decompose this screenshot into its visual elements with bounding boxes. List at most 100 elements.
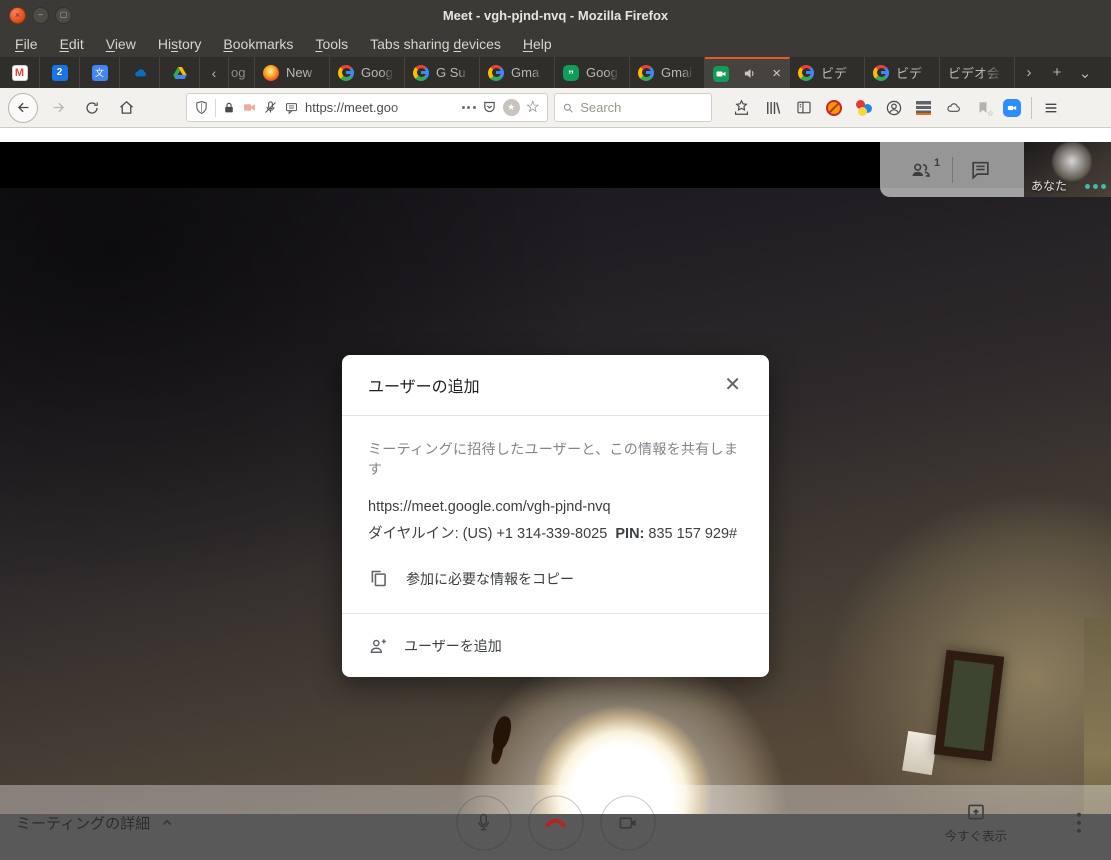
tab-google-1[interactable]: Goog bbox=[330, 57, 405, 88]
meeting-link: https://meet.google.com/vgh-pjnd-nvq bbox=[368, 499, 743, 515]
present-now-button[interactable]: 今すぐ表示 bbox=[944, 801, 1007, 844]
pinned-tab-calendar[interactable]: 2 bbox=[40, 57, 80, 88]
library-icon[interactable] bbox=[764, 99, 782, 117]
self-view-thumbnail[interactable]: あなた bbox=[1024, 142, 1111, 197]
zoom-icon[interactable] bbox=[1003, 99, 1021, 117]
copy-icon bbox=[368, 568, 389, 589]
google-icon bbox=[638, 65, 654, 81]
bookmark-ribbon-icon[interactable]: ☆ bbox=[976, 99, 990, 116]
navigation-toolbar: https://meet.goo ★ ☆ ☆ bbox=[0, 88, 1111, 128]
drive-icon bbox=[172, 65, 188, 81]
dialog-title: ユーザーの追加 bbox=[368, 373, 720, 397]
home-button[interactable] bbox=[112, 94, 140, 122]
tab-scroll-right-button[interactable]: › bbox=[1015, 57, 1043, 88]
menu-tabs-sharing-devices[interactable]: Tabs sharing devices bbox=[359, 33, 512, 55]
menu-help[interactable]: Help bbox=[512, 33, 563, 55]
tab-audio-playing-icon[interactable] bbox=[743, 66, 758, 81]
pinned-tab-translate[interactable]: 文 bbox=[80, 57, 120, 88]
url-bar[interactable]: https://meet.goo ★ ☆ bbox=[186, 93, 548, 122]
notification-bubble-icon[interactable] bbox=[284, 101, 299, 115]
tab-close-icon[interactable]: × bbox=[772, 65, 781, 82]
microphone-button[interactable] bbox=[456, 795, 511, 850]
star-tray-icon[interactable] bbox=[732, 98, 751, 117]
google-icon bbox=[413, 65, 429, 81]
search-bar[interactable] bbox=[554, 93, 712, 122]
hang-up-button[interactable] bbox=[528, 795, 583, 850]
meeting-details-button[interactable]: ミーティングの詳細 bbox=[16, 812, 174, 833]
window-title: Meet - vgh-pjnd-nvq - Mozilla Firefox bbox=[0, 8, 1111, 23]
screenshot-badge-icon[interactable]: ★ bbox=[503, 99, 520, 116]
page-background-strip bbox=[0, 128, 1111, 142]
tab-scroll-left-button[interactable]: ‹ bbox=[200, 57, 229, 88]
clipped-tab[interactable]: og bbox=[229, 57, 255, 88]
containers-icon[interactable] bbox=[855, 100, 872, 116]
meet-icon bbox=[713, 66, 729, 82]
video-detail-picture-frame bbox=[934, 650, 1004, 761]
hamburger-menu-icon[interactable] bbox=[1042, 100, 1060, 116]
search-input[interactable] bbox=[580, 100, 704, 115]
camera-button[interactable] bbox=[600, 795, 655, 850]
video-detail-lampshade bbox=[902, 731, 938, 775]
tab-gmail-1[interactable]: Gma bbox=[480, 57, 555, 88]
tab-video-2[interactable]: ビデ bbox=[865, 57, 940, 88]
pinned-tab-drive[interactable] bbox=[160, 57, 200, 88]
chat-button[interactable] bbox=[953, 159, 1009, 181]
camera-icon bbox=[616, 811, 639, 834]
menu-bookmarks[interactable]: Bookmarks bbox=[212, 33, 304, 55]
page-actions-overflow-icon[interactable] bbox=[462, 106, 476, 109]
tab-new[interactable]: New bbox=[255, 57, 330, 88]
microphone-blocked-icon[interactable] bbox=[263, 100, 278, 115]
tab-gmail-2[interactable]: Gmai bbox=[630, 57, 705, 88]
calendar-icon: 2 bbox=[52, 65, 68, 81]
tab-gsuite[interactable]: G Su bbox=[405, 57, 480, 88]
microphone-icon bbox=[473, 812, 495, 834]
tab-meet-active[interactable]: × bbox=[705, 57, 790, 88]
back-button[interactable] bbox=[8, 93, 38, 123]
gmail-icon: M bbox=[12, 65, 28, 81]
content-blocker-icon[interactable] bbox=[826, 100, 842, 116]
sidebar-icon[interactable] bbox=[795, 99, 813, 116]
extension-toolbar: ☆ bbox=[732, 98, 1021, 117]
window-maximize-button[interactable]: ▢ bbox=[55, 7, 72, 24]
cloud-icon[interactable] bbox=[944, 100, 963, 115]
account-icon[interactable] bbox=[885, 99, 903, 117]
menu-tools[interactable]: Tools bbox=[304, 33, 359, 55]
google-icon bbox=[488, 65, 504, 81]
bookmark-star-icon[interactable]: ☆ bbox=[526, 100, 540, 116]
hang-up-phone-icon bbox=[543, 810, 569, 836]
url-text[interactable]: https://meet.goo bbox=[305, 100, 456, 115]
proxy-icon[interactable] bbox=[916, 101, 931, 115]
menu-history[interactable]: History bbox=[147, 33, 213, 55]
translate-icon: 文 bbox=[92, 65, 108, 81]
add-users-button[interactable]: ユーザーを追加 bbox=[342, 613, 769, 677]
menu-edit[interactable]: Edit bbox=[49, 33, 95, 55]
audio-level-indicator bbox=[1085, 184, 1106, 189]
lock-icon[interactable] bbox=[222, 101, 236, 115]
pinned-tab-onedrive[interactable] bbox=[120, 57, 160, 88]
window-minimize-button[interactable]: – bbox=[32, 7, 49, 24]
reload-icon bbox=[84, 100, 100, 116]
tab-video-1[interactable]: ビデ bbox=[790, 57, 865, 88]
participants-count-badge: 1 bbox=[934, 157, 940, 169]
dialog-close-icon[interactable]: ✕ bbox=[720, 373, 745, 397]
menu-view[interactable]: View bbox=[95, 33, 147, 55]
tab-video-3[interactable]: ビデオ会 bbox=[940, 57, 1015, 88]
pocket-save-icon[interactable] bbox=[482, 100, 497, 115]
new-tab-button[interactable]: + bbox=[1043, 57, 1071, 88]
tab-hangouts[interactable]: ”Goog bbox=[555, 57, 630, 88]
camera-in-use-icon[interactable] bbox=[242, 101, 257, 114]
reload-button[interactable] bbox=[78, 94, 106, 122]
menu-file[interactable]: File bbox=[4, 33, 49, 55]
google-icon bbox=[798, 65, 814, 81]
participants-button[interactable]: 1 bbox=[896, 159, 952, 181]
window-close-button[interactable]: × bbox=[9, 7, 26, 24]
tab-list-dropdown-button[interactable]: ⌄ bbox=[1071, 57, 1099, 88]
copy-joining-info-button[interactable]: 参加に必要な情報をコピー bbox=[368, 568, 743, 613]
forward-button[interactable] bbox=[44, 94, 72, 122]
menubar: File Edit View History Bookmarks Tools T… bbox=[0, 30, 1111, 57]
forward-arrow-icon bbox=[50, 99, 67, 116]
tracking-protection-shield-icon[interactable] bbox=[194, 100, 209, 115]
more-options-icon[interactable] bbox=[1071, 806, 1088, 839]
present-screen-icon bbox=[965, 801, 987, 822]
pinned-tab-gmail[interactable]: M bbox=[0, 57, 40, 88]
